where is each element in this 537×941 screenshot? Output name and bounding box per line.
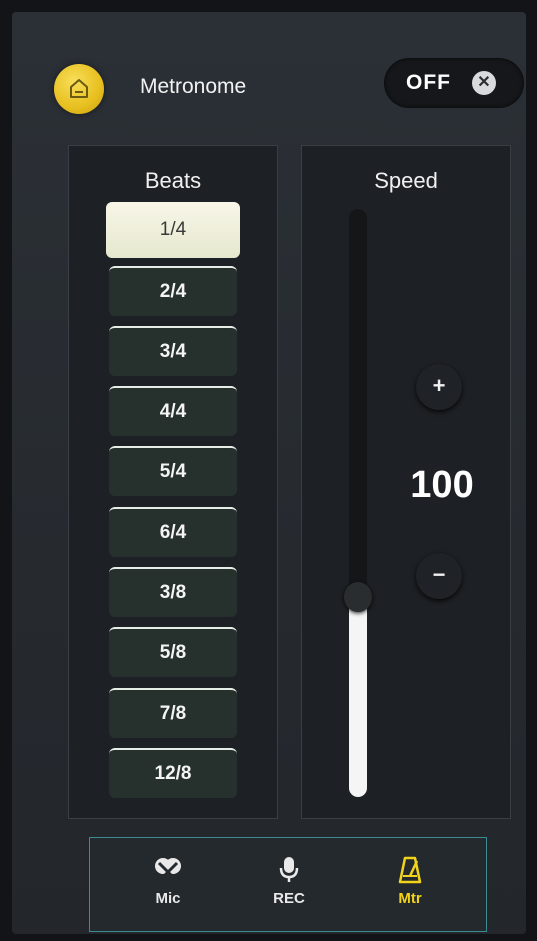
beat-option-7-8[interactable]: 7/8 bbox=[109, 688, 237, 738]
beats-title: Beats bbox=[144, 168, 202, 193]
device-screen: Metronome OFF ✕ Beats 1/4 2/4 3/4 4/4 5/… bbox=[12, 12, 526, 934]
beat-option-3-8[interactable]: 3/8 bbox=[109, 567, 237, 617]
beat-option-1-4[interactable]: 1/4 bbox=[106, 202, 240, 258]
beat-option-12-8[interactable]: 12/8 bbox=[109, 748, 237, 798]
speed-title: Speed bbox=[374, 168, 438, 193]
speed-value: 100 bbox=[410, 464, 474, 506]
nav-label-mic: Mic bbox=[155, 890, 181, 907]
beats-panel: Beats 1/4 2/4 3/4 4/4 5/4 6/4 3/8 5/8 7/… bbox=[68, 145, 278, 819]
home-icon bbox=[70, 79, 88, 98]
microphone-cross-icon bbox=[155, 858, 181, 883]
speed-increase-button[interactable]: + bbox=[416, 364, 462, 410]
metronome-icon bbox=[398, 856, 422, 884]
speed-slider-thumb[interactable] bbox=[344, 582, 372, 612]
close-icon: ✕ bbox=[472, 71, 496, 95]
nav-label-mtr: Mtr bbox=[398, 890, 422, 907]
nav-label-rec: REC bbox=[273, 890, 305, 907]
beat-option-4-4[interactable]: 4/4 bbox=[109, 386, 237, 436]
beat-option-5-4[interactable]: 5/4 bbox=[109, 446, 237, 496]
microphone-icon bbox=[279, 857, 299, 882]
speed-decrease-button[interactable]: − bbox=[416, 553, 462, 599]
beat-option-6-4[interactable]: 6/4 bbox=[109, 507, 237, 557]
beat-option-2-4[interactable]: 2/4 bbox=[109, 266, 237, 316]
nav-item-rec[interactable]: REC bbox=[259, 856, 319, 907]
speed-slider-fill bbox=[349, 597, 367, 797]
beat-option-5-8[interactable]: 5/8 bbox=[109, 627, 237, 677]
home-button[interactable] bbox=[54, 64, 104, 114]
nav-item-mtr[interactable]: Mtr bbox=[380, 856, 440, 907]
nav-item-mic[interactable]: Mic bbox=[138, 856, 198, 907]
metronome-toggle[interactable]: OFF ✕ bbox=[384, 58, 524, 108]
bottom-nav: Mic REC Mtr bbox=[89, 837, 487, 932]
toggle-label: OFF bbox=[406, 71, 451, 94]
speed-panel: Speed + 100 − bbox=[301, 145, 511, 819]
page-title: Metronome bbox=[140, 75, 247, 98]
beat-option-3-4[interactable]: 3/4 bbox=[109, 326, 237, 376]
